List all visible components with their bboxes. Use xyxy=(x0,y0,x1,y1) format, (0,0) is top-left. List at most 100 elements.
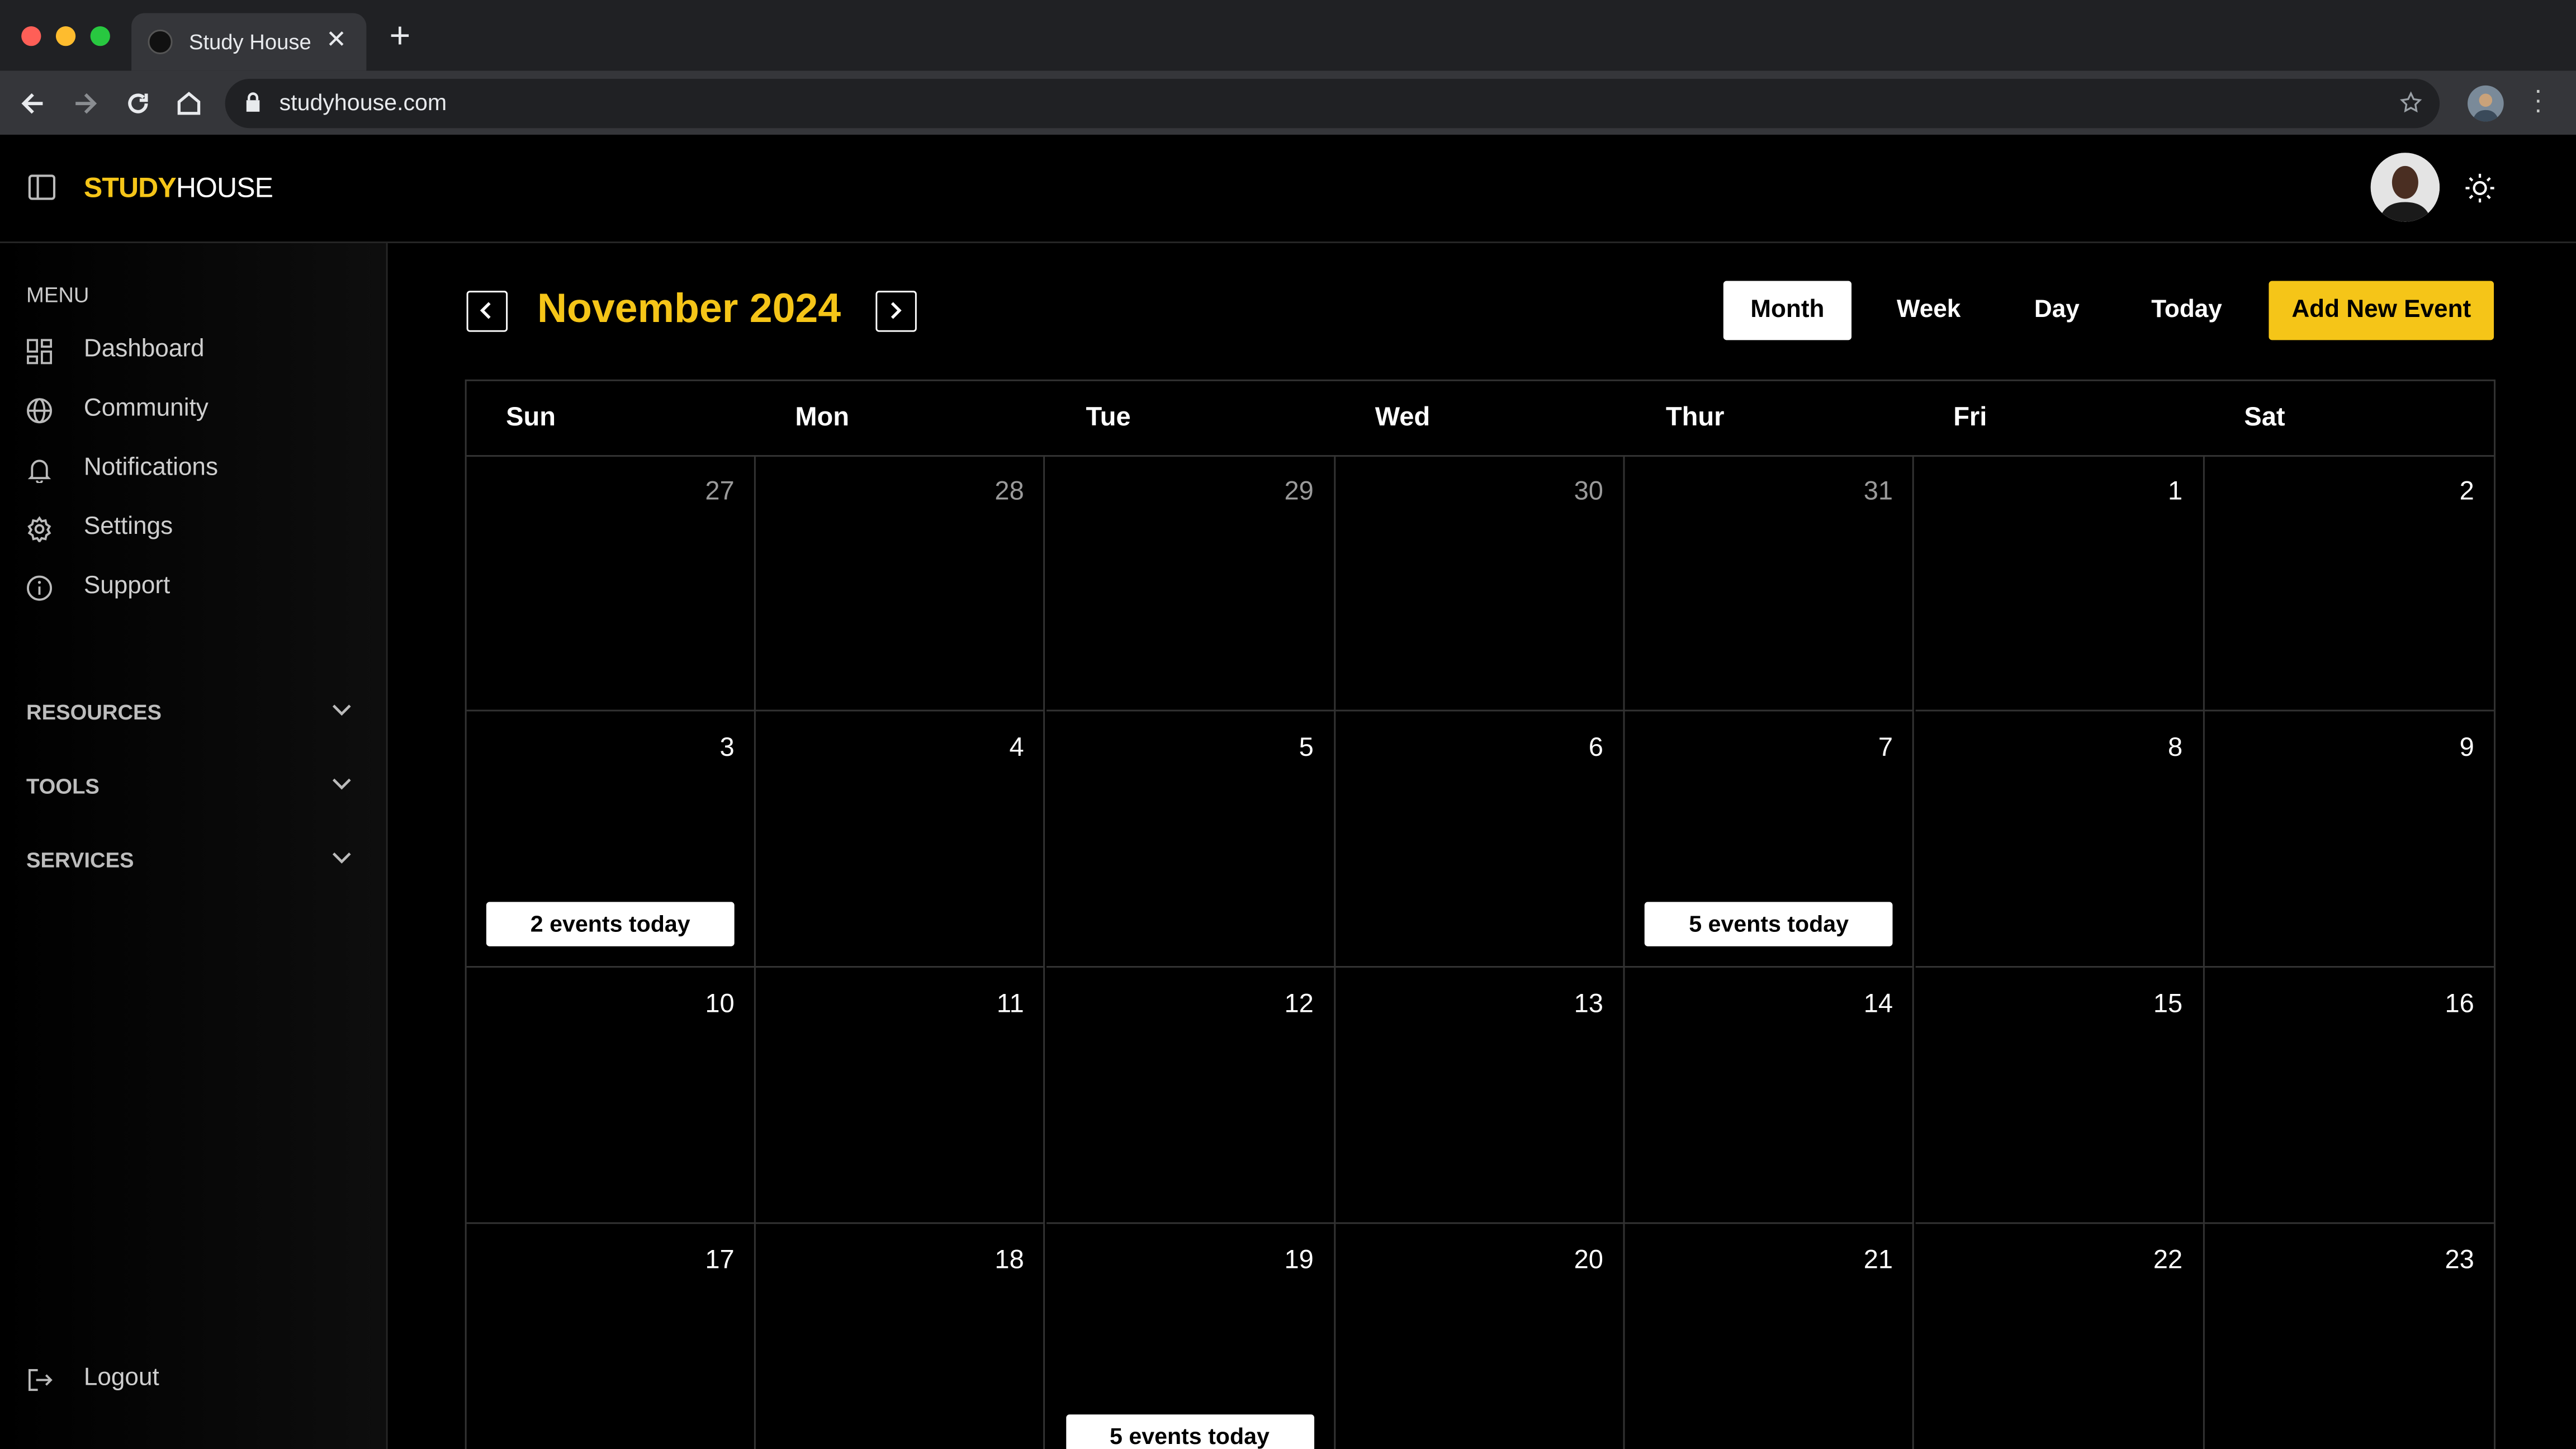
calendar-day-cell[interactable]: 16 xyxy=(2204,968,2494,1224)
day-number: 17 xyxy=(705,1247,735,1275)
day-number: 29 xyxy=(1284,478,1314,506)
brand-logo-part2: HOUSE xyxy=(176,172,273,204)
calendar-day-cell[interactable]: 5 xyxy=(1045,711,1336,968)
calendar-day-cell[interactable]: 1 xyxy=(1915,455,2204,712)
bell-icon xyxy=(27,460,51,483)
calendar-day-cell[interactable]: 4 xyxy=(756,711,1045,968)
maximize-window-button[interactable] xyxy=(90,26,110,46)
chevron-right-icon xyxy=(891,302,902,319)
calendar-day-cell[interactable]: 7 5 events today xyxy=(1625,711,1915,968)
close-window-button[interactable] xyxy=(21,26,41,46)
calendar-day-cell[interactable]: 22 xyxy=(1915,1224,2204,1449)
events-badge[interactable]: 5 events today xyxy=(1066,1414,1314,1449)
calendar-day-cell[interactable]: 18 xyxy=(756,1224,1045,1449)
view-day-button[interactable]: Day xyxy=(2007,281,2106,340)
events-badge[interactable]: 5 events today xyxy=(1645,902,1893,946)
day-number: 21 xyxy=(1863,1247,1893,1275)
minimize-window-button[interactable] xyxy=(55,26,76,46)
bookmark-star-icon[interactable] xyxy=(2399,91,2423,115)
calendar-day-cell[interactable]: 28 xyxy=(756,455,1045,712)
day-number: 13 xyxy=(1574,991,1603,1019)
forward-arrow-icon[interactable] xyxy=(69,87,102,120)
close-tab-icon[interactable]: ✕ xyxy=(326,26,347,56)
theme-toggle-sun-icon[interactable] xyxy=(2464,173,2496,204)
calendar-day-cell[interactable]: 13 xyxy=(1335,967,1625,1224)
sidebar-item-label: Dashboard xyxy=(83,335,205,363)
address-bar[interactable]: studyhouse.com xyxy=(225,79,2440,129)
sidebar-item-dashboard[interactable]: Dashboard xyxy=(26,335,355,368)
day-number: 20 xyxy=(1574,1247,1603,1275)
calendar-day-cell[interactable]: 15 xyxy=(1915,967,2204,1224)
sidebar: MENU Dashboard Community Notifications S… xyxy=(0,243,388,1449)
weekday-label: Fri xyxy=(1953,404,1987,432)
calendar-day-cell[interactable]: 30 xyxy=(1335,455,1625,712)
view-week-button[interactable]: Week xyxy=(1873,281,1985,340)
view-month-button[interactable]: Month xyxy=(1723,281,1852,340)
browser-profile-avatar[interactable] xyxy=(2468,85,2504,122)
events-badge[interactable]: 2 events today xyxy=(486,902,735,946)
weekday-label: Tue xyxy=(1086,404,1131,432)
day-number: 31 xyxy=(1863,478,1893,506)
day-number: 7 xyxy=(1878,734,1893,763)
calendar-day-cell[interactable]: 8 xyxy=(1915,711,2204,968)
sidebar-item-label: Community xyxy=(83,394,209,423)
sidebar-item-settings[interactable]: Settings xyxy=(26,513,355,546)
day-number: 16 xyxy=(2445,991,2474,1019)
calendar-day-cell[interactable]: 12 xyxy=(1045,967,1336,1224)
sidebar-section-services[interactable]: SERVICES xyxy=(26,845,355,878)
day-number: 30 xyxy=(1574,478,1603,506)
sidebar-item-support[interactable]: Support xyxy=(26,572,355,605)
app-window: Study House ✕ + studyhouse.com · · · STUDY… xyxy=(0,0,2576,1449)
day-number: 8 xyxy=(2167,734,2183,763)
day-number: 9 xyxy=(2459,734,2474,763)
browser-toolbar: studyhouse.com · · · xyxy=(0,70,2576,135)
day-number: 15 xyxy=(2153,991,2183,1019)
info-icon xyxy=(27,575,53,601)
calendar-day-cell[interactable]: 2 xyxy=(2204,455,2494,712)
user-avatar[interactable] xyxy=(2370,153,2440,222)
sidebar-item-label: Support xyxy=(83,571,171,600)
back-arrow-icon[interactable] xyxy=(16,87,49,120)
browser-menu-icon[interactable]: · · · xyxy=(2532,78,2545,124)
weekday-header-row: Sun Mon Tue Wed Thur Fri Sat xyxy=(466,381,2494,457)
sidebar-section-tools[interactable]: TOOLS xyxy=(26,770,355,803)
prev-month-button[interactable] xyxy=(466,291,508,332)
sidebar-section-resources[interactable]: RESOURCES xyxy=(26,697,355,730)
calendar-day-cell[interactable]: 21 xyxy=(1625,1224,1915,1449)
calendar-day-cell[interactable]: 20 xyxy=(1336,1224,1625,1449)
add-new-event-button[interactable]: Add New Event xyxy=(2269,281,2494,340)
home-icon[interactable] xyxy=(173,87,206,120)
today-button[interactable]: Today xyxy=(2129,281,2244,340)
lock-icon xyxy=(246,92,260,112)
calendar-day-cell[interactable]: 9 xyxy=(2204,711,2494,968)
menu-heading: MENU xyxy=(26,282,89,307)
calendar-day-cell[interactable]: 23 xyxy=(2204,1224,2494,1449)
weekday-label: Sat xyxy=(2244,404,2285,432)
sidebar-item-community[interactable]: Community xyxy=(26,394,355,427)
day-number: 22 xyxy=(2153,1247,2183,1275)
calendar-day-cell[interactable]: 6 xyxy=(1335,711,1625,968)
section-label: TOOLS xyxy=(26,774,100,799)
calendar-day-cell[interactable]: 27 xyxy=(466,455,756,712)
day-number: 2 xyxy=(2459,478,2474,506)
day-number: 27 xyxy=(705,478,735,506)
calendar-day-cell[interactable]: 3 2 events today xyxy=(466,711,756,968)
month-title: November 2024 xyxy=(537,286,841,332)
calendar-day-cell[interactable]: 31 xyxy=(1625,455,1915,712)
calendar-day-cell[interactable]: 19 5 events today xyxy=(1046,1224,1336,1449)
calendar-day-cell[interactable]: 14 xyxy=(1625,967,1915,1224)
sidebar-item-notifications[interactable]: Notifications xyxy=(26,453,355,486)
section-label: RESOURCES xyxy=(26,699,162,724)
calendar-day-cell[interactable]: 17 xyxy=(467,1224,756,1449)
day-number: 18 xyxy=(995,1247,1024,1275)
logout-button[interactable]: Logout xyxy=(26,1363,273,1396)
brand-logo[interactable]: STUDYHOUSE xyxy=(84,173,273,206)
calendar-day-cell[interactable]: 29 xyxy=(1045,455,1336,712)
sidebar-toggle-icon[interactable] xyxy=(28,174,56,201)
calendar-day-cell[interactable]: 10 xyxy=(466,967,756,1224)
browser-tab[interactable]: Study House ✕ xyxy=(131,13,367,71)
reload-icon[interactable] xyxy=(121,87,154,120)
next-month-button[interactable] xyxy=(875,291,917,332)
calendar-day-cell[interactable]: 11 xyxy=(756,967,1045,1224)
new-tab-icon[interactable]: + xyxy=(389,17,410,54)
